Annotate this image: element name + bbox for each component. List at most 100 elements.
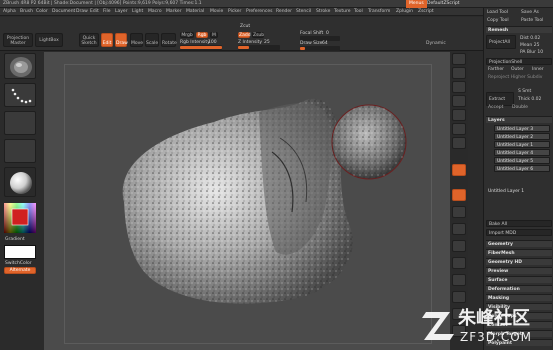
menu-movie[interactable]: Movie	[210, 9, 223, 14]
zoom-icon[interactable]	[452, 95, 466, 107]
actual-icon[interactable]	[452, 109, 466, 121]
alternate-button[interactable]: Alternate	[4, 267, 36, 274]
farther-button[interactable]: Farther	[486, 66, 508, 73]
material-thumbnail[interactable]	[4, 167, 36, 197]
menu-document[interactable]: Document	[52, 9, 75, 14]
menu-layer[interactable]: Layer	[115, 9, 128, 14]
copy-tool-button[interactable]: Copy Tool	[485, 17, 517, 24]
masking-header[interactable]: Masking	[486, 294, 552, 301]
layer-item[interactable]: Untitled Layer 1	[494, 141, 550, 148]
menu-light[interactable]: Light	[132, 9, 143, 14]
rotate-button[interactable]: Rotate	[161, 33, 177, 47]
texture-thumbnail[interactable]	[4, 139, 36, 163]
m-button[interactable]: M	[210, 32, 218, 38]
draw-label: Draw	[116, 41, 128, 46]
menu-tool[interactable]: Tool	[354, 9, 363, 14]
project-all-button[interactable]: ProjectAll	[486, 35, 516, 49]
preview-header[interactable]: Preview	[486, 267, 552, 274]
import-mdd-button[interactable]: Import MDD	[486, 229, 552, 236]
layer-item[interactable]: Untitled Layer 6	[494, 165, 550, 172]
layers-header[interactable]: Layers	[486, 116, 552, 123]
brush-thumbnail[interactable]	[4, 53, 36, 79]
bake-all-button[interactable]: Bake All	[486, 220, 552, 227]
main-color-swatch[interactable]	[4, 245, 36, 259]
z-intensity-slider[interactable]	[238, 45, 280, 50]
double-button[interactable]: Double	[510, 104, 532, 111]
quick-sketch-button[interactable]: Quick Sketch	[79, 33, 99, 47]
stroke-thumbnail[interactable]	[4, 83, 36, 107]
s-smt-slider[interactable]: S Smt	[516, 88, 552, 95]
projection-master-button[interactable]: Projection Master	[3, 33, 33, 47]
thick-label: Thick	[518, 97, 530, 102]
menu-file[interactable]: File	[103, 9, 111, 14]
projection-shell-button[interactable]: ProjectionShell	[486, 58, 552, 65]
menu-transform[interactable]: Transform	[368, 9, 390, 14]
zadd-button[interactable]: Zadd	[238, 32, 251, 38]
scroll-icon[interactable]	[452, 81, 466, 93]
draw-size-slider[interactable]	[300, 46, 340, 51]
persp-icon[interactable]	[452, 137, 466, 149]
local-icon[interactable]	[452, 189, 466, 201]
menu-brush[interactable]: Brush	[20, 9, 33, 14]
outer-button[interactable]: Outer	[509, 66, 529, 73]
layer-item[interactable]: Untitled Layer 3	[494, 125, 550, 132]
accept-button[interactable]: Accept	[486, 104, 508, 111]
remesh-header[interactable]: Remesh	[486, 26, 552, 33]
layer-item[interactable]: Untitled Layer 4	[494, 149, 550, 156]
layer-item[interactable]: Untitled Layer 5	[494, 157, 550, 164]
frame-icon[interactable]	[452, 240, 466, 252]
draw-button[interactable]: Draw	[115, 33, 128, 47]
scale-button[interactable]: Scale	[145, 33, 159, 47]
surface-header[interactable]: Surface	[486, 276, 552, 283]
menu-zscript[interactable]: Zscript	[418, 9, 434, 14]
menu-marker[interactable]: Marker	[166, 9, 182, 14]
menu-zplugin[interactable]: Zplugin	[396, 9, 413, 14]
inner-button[interactable]: Inner	[530, 66, 552, 73]
menu-macro[interactable]: Macro	[148, 9, 162, 14]
menu-alpha[interactable]: Alpha	[3, 9, 16, 14]
alpha-thumbnail[interactable]	[4, 111, 36, 135]
mean-slider[interactable]: Mean 25	[518, 42, 552, 49]
move-icon[interactable]	[452, 257, 466, 269]
projection-shell-label: ProjectionShell	[489, 60, 523, 65]
default-zscript-button[interactable]: DefaultZScript	[424, 0, 463, 8]
move-button[interactable]: Move	[130, 33, 143, 47]
lightbox-button[interactable]: LightBox	[35, 33, 63, 47]
menu-picker[interactable]: Picker	[228, 9, 241, 14]
spix-icon[interactable]	[452, 67, 466, 79]
menu-render[interactable]: Render	[276, 9, 292, 14]
mrgb-button[interactable]: Mrgb	[180, 32, 194, 38]
document-canvas[interactable]	[44, 52, 450, 350]
xyz-icon[interactable]	[452, 223, 466, 235]
zsub-button[interactable]: Zsub	[252, 32, 264, 38]
lsym-icon[interactable]	[452, 206, 466, 218]
reproject-button[interactable]: Reproject Higher Subdiv	[486, 74, 552, 81]
layer-item[interactable]: Untitled Layer 2	[494, 133, 550, 140]
menu-texture[interactable]: Texture	[334, 9, 350, 14]
geometry-header[interactable]: Geometry	[486, 240, 552, 247]
bpr-icon[interactable]	[452, 53, 466, 65]
scale-icon[interactable]	[452, 274, 466, 286]
fibermesh-header[interactable]: FiberMesh	[486, 249, 552, 256]
menu-stencil[interactable]: Stencil	[296, 9, 311, 14]
pa-blur-slider[interactable]: PA Blur 10	[518, 49, 552, 56]
load-tool-button[interactable]: Load Tool	[485, 9, 517, 16]
save-as-button[interactable]: Save As	[519, 9, 552, 16]
menu-edit[interactable]: Edit	[90, 9, 99, 14]
menu-color[interactable]: Color	[36, 9, 48, 14]
color-picker[interactable]	[4, 203, 36, 233]
rgb-button[interactable]: Rgb	[196, 32, 208, 38]
paste-tool-button[interactable]: Paste Tool	[519, 17, 552, 24]
dist-slider[interactable]: Dist 0.02	[518, 35, 552, 42]
thick-slider[interactable]: Thick 0.02	[516, 96, 552, 103]
geometry-hd-header[interactable]: Geometry HD	[486, 258, 552, 265]
aahalf-icon[interactable]	[452, 123, 466, 135]
floor-icon[interactable]	[452, 164, 466, 176]
deformation-header[interactable]: Deformation	[486, 285, 552, 292]
menu-material[interactable]: Material	[186, 9, 204, 14]
menu-stroke[interactable]: Stroke	[316, 9, 330, 14]
edit-button[interactable]: Edit	[101, 33, 113, 47]
menu-draw[interactable]: Draw	[76, 9, 88, 14]
rgb-intensity-slider[interactable]	[180, 45, 222, 50]
menu-preferences[interactable]: Preferences	[246, 9, 272, 14]
